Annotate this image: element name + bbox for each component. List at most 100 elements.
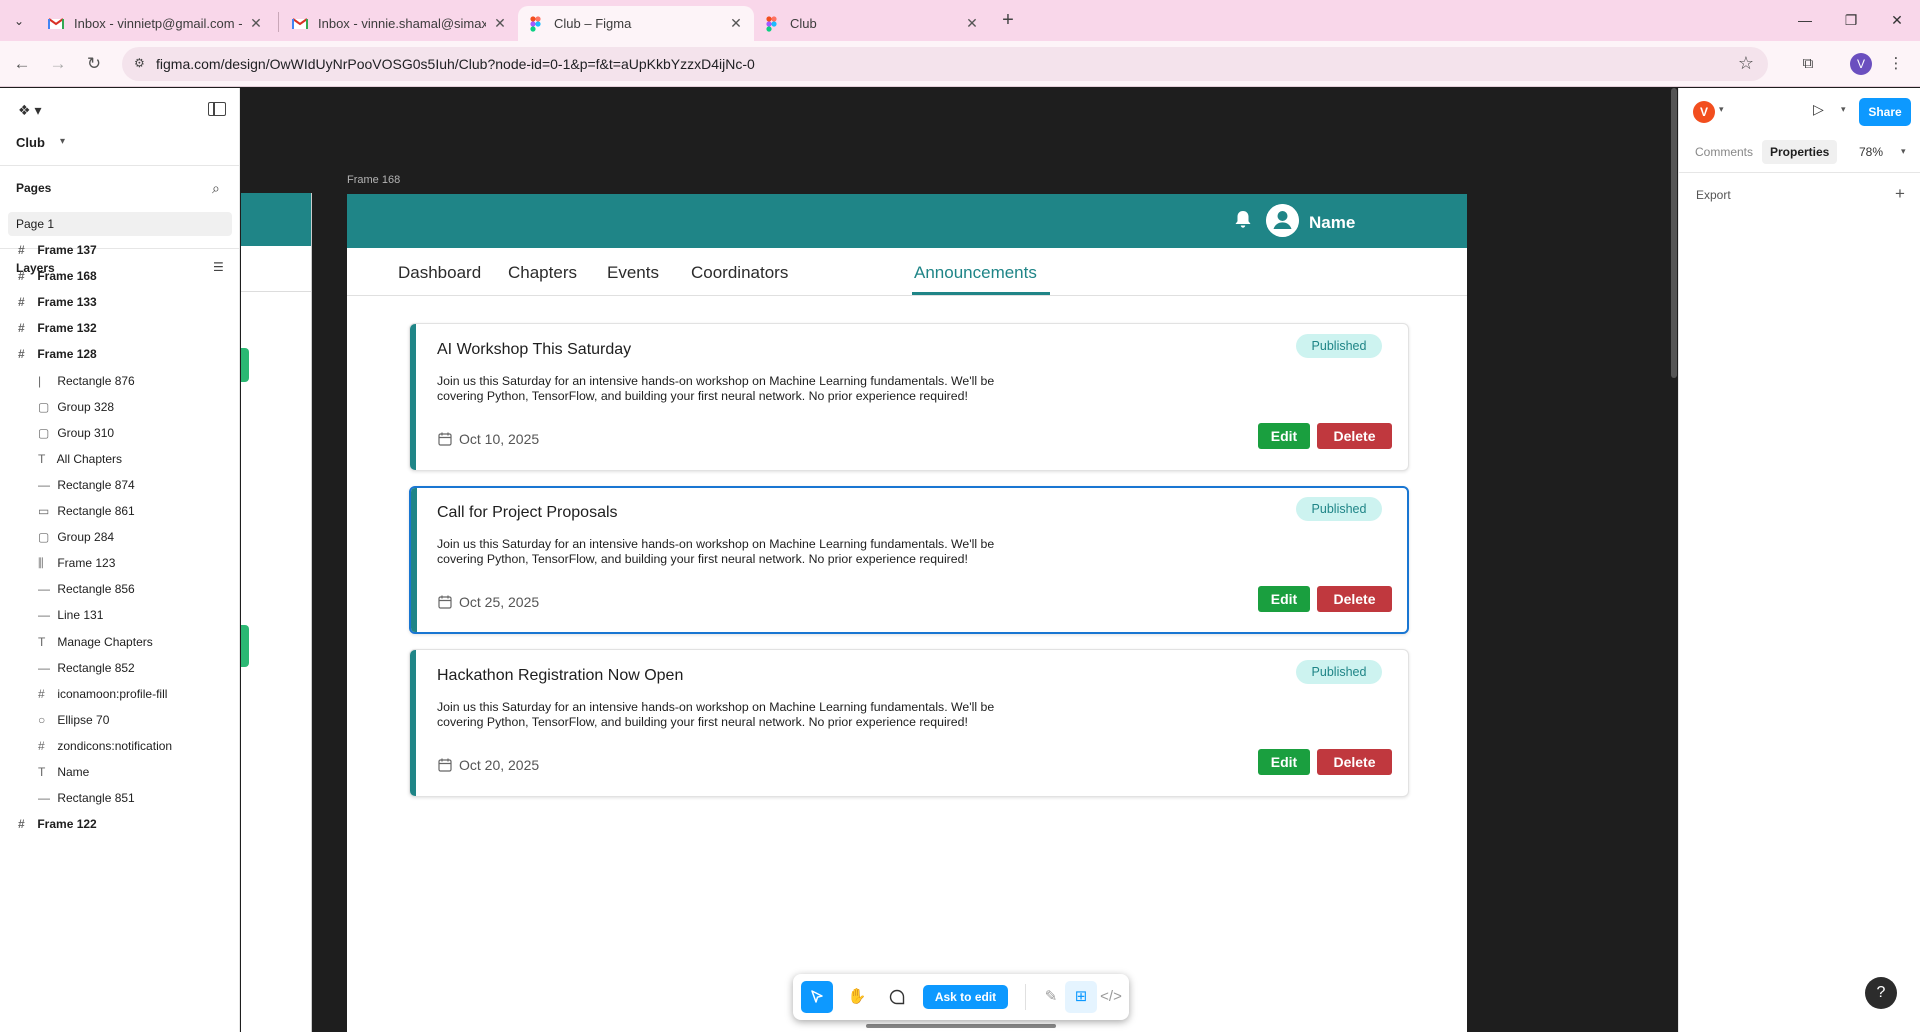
layer-label: Name <box>57 765 90 779</box>
back-arrow-icon[interactable]: ← <box>10 52 34 76</box>
help-question-icon[interactable]: ? <box>1865 977 1897 1009</box>
move-tool-cursor-icon[interactable] <box>801 981 833 1013</box>
layer-label: Ellipse 70 <box>57 712 110 727</box>
chevron-down-icon[interactable]: ▾ <box>1901 146 1906 157</box>
browser-tab-gmail-2[interactable]: Inbox - vinnie.shamal@simaxsy ✕ <box>282 6 518 41</box>
canvas-vertical-scrollbar[interactable] <box>1671 88 1677 378</box>
url-text[interactable]: figma.com/design/OwWIdUyNrPooVOSG0s5Iuh/… <box>156 56 755 72</box>
figma-canvas[interactable]: Frame 168 Name Dashboard Chapters Events… <box>241 88 1677 1032</box>
new-tab-plus-icon[interactable]: + <box>996 9 1020 33</box>
layer-item[interactable]: ▢ Group 310 <box>38 421 114 445</box>
tab-coordinators[interactable]: Coordinators <box>691 263 788 283</box>
profile-avatar-icon[interactable] <box>1266 204 1299 237</box>
tab-properties[interactable]: Properties <box>1762 140 1838 164</box>
announcement-card[interactable]: AI Workshop This Saturday Published Join… <box>409 323 1409 471</box>
forward-arrow-icon[interactable]: → <box>46 52 70 76</box>
status-badge: Published <box>1296 660 1382 684</box>
layer-label: iconamoon:profile-fill <box>57 686 168 701</box>
notification-bell-icon[interactable] <box>1234 210 1252 230</box>
figma-menu-icon[interactable]: ❖ ▾ <box>18 102 41 119</box>
layer-item[interactable]: | Rectangle 876 <box>38 369 135 393</box>
announcement-card-selected[interactable]: Call for Project Proposals Published Joi… <box>409 486 1409 634</box>
layers-options-icon[interactable]: ☰ <box>213 260 224 274</box>
layer-item[interactable]: — Line 131 <box>38 603 103 627</box>
page-item[interactable]: Page 1 <box>8 212 232 236</box>
layer-item[interactable]: — Rectangle 874 <box>38 473 135 497</box>
edit-button[interactable]: Edit <box>1258 423 1310 449</box>
reload-icon[interactable]: ↻ <box>82 52 106 76</box>
layer-item[interactable]: # Frame 133 <box>18 290 97 314</box>
share-button[interactable]: Share <box>1859 98 1911 126</box>
canvas-horizontal-scrollbar[interactable] <box>866 1024 1056 1028</box>
line-icon: — <box>38 791 50 806</box>
layer-item[interactable]: ▭ Rectangle 861 <box>38 499 135 523</box>
design-mode-icon[interactable]: ⊞ <box>1065 981 1097 1013</box>
layer-item[interactable]: # Frame 137 <box>18 238 97 262</box>
file-name[interactable]: Club <box>16 135 45 150</box>
close-tab-icon[interactable]: ✕ <box>964 15 980 32</box>
layer-item[interactable]: # Frame 132 <box>18 316 97 340</box>
layer-item[interactable]: # zondicons:notification <box>38 734 172 758</box>
chevron-down-icon[interactable]: ▾ <box>60 136 65 147</box>
user-avatar[interactable]: V <box>1693 101 1715 123</box>
layer-item[interactable]: T Manage Chapters <box>38 630 153 654</box>
ask-to-edit-button[interactable]: Ask to edit <box>923 985 1008 1009</box>
hand-tool-icon[interactable]: ✋ <box>841 981 873 1013</box>
zoom-level[interactable]: 78% <box>1859 145 1883 159</box>
delete-button[interactable]: Delete <box>1317 586 1392 612</box>
layer-item[interactable]: T Name <box>38 760 89 784</box>
browser-menu-icon[interactable]: ⋮ <box>1884 52 1908 76</box>
sidebar-toggle-icon[interactable] <box>208 102 226 116</box>
browser-tab-figma-active[interactable]: Club – Figma ✕ <box>518 6 754 41</box>
comment-tool-icon[interactable] <box>881 981 913 1013</box>
layer-item[interactable]: — Rectangle 852 <box>38 656 135 680</box>
layer-item[interactable]: — Rectangle 856 <box>38 577 135 601</box>
file-header: ❖ ▾ Club ▾ <box>0 88 240 166</box>
layer-item[interactable]: ▢ Group 328 <box>38 395 114 419</box>
close-tab-icon[interactable]: ✕ <box>728 15 744 32</box>
layer-item[interactable]: # Frame 128 <box>18 342 97 366</box>
layer-label: Rectangle 851 <box>57 791 135 806</box>
dev-mode-code-icon[interactable]: </> <box>1095 981 1127 1013</box>
tab-search-chevron-icon[interactable]: ⌄ <box>8 10 30 32</box>
close-tab-icon[interactable]: ✕ <box>248 15 264 32</box>
bookmark-star-icon[interactable]: ☆ <box>1738 53 1754 74</box>
layer-item[interactable]: ▢ Group 284 <box>38 525 114 549</box>
close-window-icon[interactable]: ✕ <box>1874 8 1920 32</box>
tab-events[interactable]: Events <box>607 263 659 283</box>
site-info-icon[interactable]: ⚙ <box>134 56 150 72</box>
chevron-down-icon[interactable]: ▾ <box>1719 104 1724 115</box>
add-export-plus-icon[interactable]: + <box>1895 184 1905 204</box>
announcements-frame[interactable]: Name Dashboard Chapters Events Coordinat… <box>347 194 1467 1032</box>
layer-item[interactable]: ⫼ Frame 123 <box>38 551 115 575</box>
browser-profile-avatar[interactable]: V <box>1850 53 1872 75</box>
delete-button[interactable]: Delete <box>1317 749 1392 775</box>
delete-button[interactable]: Delete <box>1317 423 1392 449</box>
frame-label[interactable]: Frame 168 <box>347 174 400 186</box>
layer-item[interactable]: # Frame 168 <box>18 264 97 288</box>
layer-item[interactable]: # iconamoon:profile-fill <box>38 682 167 706</box>
edit-button[interactable]: Edit <box>1258 586 1310 612</box>
layer-item[interactable]: — Rectangle 851 <box>38 786 135 810</box>
announcement-card[interactable]: Hackathon Registration Now Open Publishe… <box>409 649 1409 797</box>
tab-chapters[interactable]: Chapters <box>508 263 577 283</box>
close-tab-icon[interactable]: ✕ <box>492 15 508 32</box>
tab-comments[interactable]: Comments <box>1687 140 1761 164</box>
search-icon[interactable]: ⌕ <box>212 180 220 197</box>
restore-icon[interactable]: ❐ <box>1828 8 1874 32</box>
browser-tab-club[interactable]: Club ✕ <box>754 6 990 41</box>
layer-item[interactable]: ○ Ellipse 70 <box>38 708 109 732</box>
layer-item[interactable]: T All Chapters <box>38 447 122 471</box>
browser-tab-gmail-1[interactable]: Inbox - vinnietp@gmail.com - G ✕ <box>38 6 274 41</box>
layer-label: Manage Chapters <box>57 634 153 649</box>
tab-announcements[interactable]: Announcements <box>914 263 1037 283</box>
minimize-icon[interactable]: — <box>1782 8 1828 32</box>
edit-button[interactable]: Edit <box>1258 749 1310 775</box>
layer-item[interactable]: # Frame 122 <box>18 812 97 836</box>
present-play-icon[interactable]: ▷ <box>1813 101 1824 118</box>
extensions-puzzle-icon[interactable]: ⧉ <box>1796 52 1820 76</box>
draw-tool-icon[interactable]: ✎ <box>1035 981 1067 1013</box>
address-bar[interactable]: ⚙ figma.com/design/OwWIdUyNrPooVOSG0s5Iu… <box>122 47 1768 81</box>
chevron-down-icon[interactable]: ▾ <box>1841 104 1846 115</box>
tab-dashboard[interactable]: Dashboard <box>398 263 481 283</box>
